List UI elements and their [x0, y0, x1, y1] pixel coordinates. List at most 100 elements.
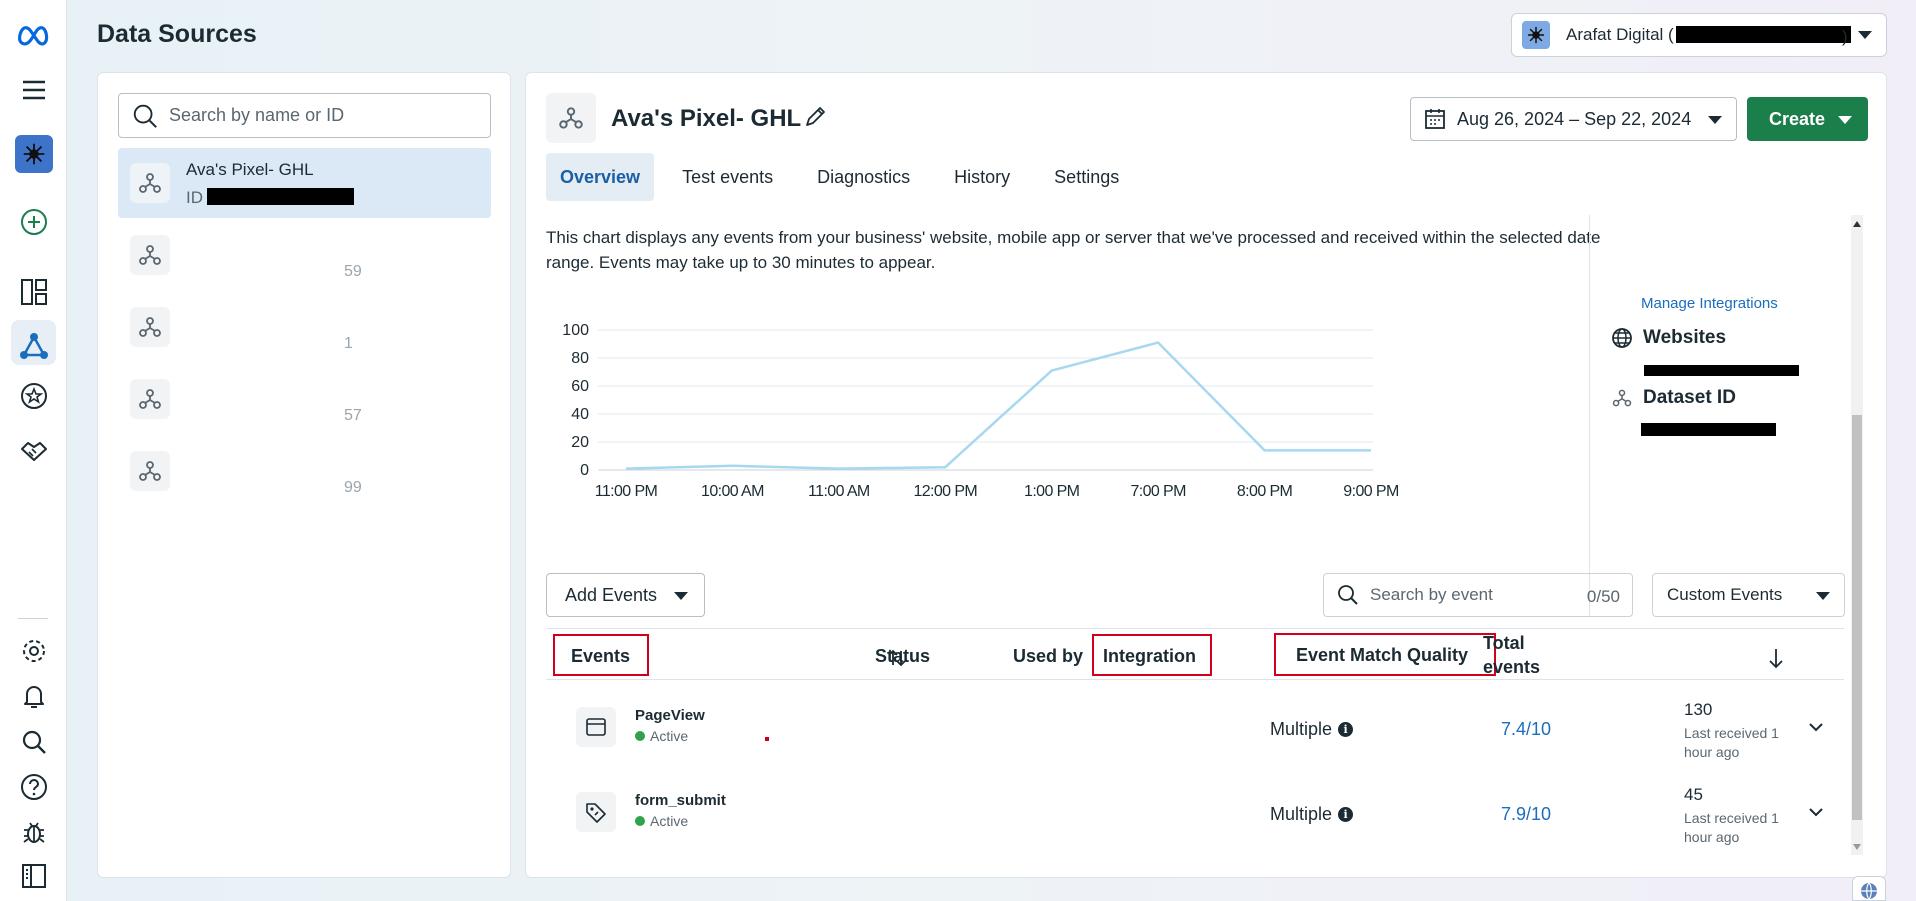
chevron-down-icon	[1838, 116, 1852, 124]
account-avatar[interactable]	[0, 130, 67, 178]
data-source-item[interactable]: 99	[118, 436, 491, 506]
star-icon[interactable]	[0, 372, 67, 420]
event-search[interactable]: 0/50	[1323, 573, 1633, 617]
data-sources-list-panel: Ava's Pixel- GHL ID 59 1 57 99	[97, 72, 511, 878]
tab-diagnostics[interactable]: Diagnostics	[803, 153, 924, 201]
browser-window-icon	[576, 707, 616, 747]
date-range-picker[interactable]: Aug 26, 2024 – Sep 22, 2024	[1410, 97, 1737, 141]
annotation-dot	[765, 737, 769, 741]
pixel-icon	[130, 307, 170, 347]
col-header-status[interactable]: Status	[875, 646, 930, 667]
event-match-quality-score[interactable]: 7.4/10	[1501, 719, 1551, 740]
date-range-label: Aug 26, 2024 – Sep 22, 2024	[1457, 108, 1692, 129]
data-source-item[interactable]: Ava's Pixel- GHL ID	[118, 148, 491, 218]
partner-handshake-icon[interactable]	[0, 426, 67, 474]
redacted-id	[207, 188, 354, 205]
help-icon[interactable]	[0, 763, 67, 811]
pixel-icon	[546, 93, 596, 143]
y-tick-label: 80	[571, 350, 589, 367]
col-header-total-events[interactable]: Total events	[1483, 633, 1540, 678]
event-status: Active	[635, 728, 688, 744]
tab-history[interactable]: History	[940, 153, 1024, 201]
y-tick-label: 60	[571, 378, 589, 395]
scrollbar-thumb[interactable]	[1852, 415, 1862, 820]
x-tick-label: 11:00 PM	[595, 483, 658, 500]
y-tick-label: 40	[571, 406, 589, 423]
data-source-search[interactable]	[118, 93, 491, 138]
dataset-id-row: Dataset ID	[1611, 387, 1736, 409]
meta-logo-icon[interactable]	[0, 10, 67, 58]
pixel-detail-panel: Ava's Pixel- GHL Aug 26, 2024 – Sep 22, …	[525, 72, 1887, 878]
chart-divider	[1589, 215, 1590, 617]
data-source-item[interactable]: 57	[118, 364, 491, 434]
event-count: 0/50	[1586, 587, 1620, 606]
add-events-button[interactable]: Add Events	[546, 573, 705, 617]
pixel-icon	[130, 379, 170, 419]
create-button[interactable]: Create	[1747, 97, 1868, 141]
scroll-down-arrow[interactable]	[1853, 844, 1861, 850]
scroll-up-arrow[interactable]	[1853, 221, 1861, 227]
x-tick-label: 10:00 AM	[701, 483, 764, 500]
event-last-received: Last received 1 hour ago	[1684, 725, 1779, 760]
notifications-bell-icon[interactable]	[0, 672, 67, 720]
dataset-id-label: Dataset ID	[1643, 387, 1736, 408]
pixel-icon	[130, 235, 170, 275]
language-globe-button[interactable]	[1852, 876, 1886, 901]
event-filter-dropdown[interactable]: Custom Events	[1652, 573, 1845, 617]
table-row[interactable]: form_submit Active Multiple i 7.9/10 45 L…	[546, 772, 1844, 856]
search-input[interactable]	[169, 105, 479, 126]
table-top-border	[546, 628, 1844, 629]
sort-descending-icon[interactable]	[1766, 646, 1786, 670]
col-header-events[interactable]: Events	[571, 646, 630, 667]
tab-overview[interactable]: Overview	[546, 153, 655, 201]
sidebar-toggle-icon[interactable]	[0, 852, 67, 900]
tab-settings[interactable]: Settings	[1040, 153, 1133, 201]
data-source-item[interactable]: 1	[118, 292, 491, 362]
x-tick-label: 11:00 AM	[808, 483, 870, 500]
bug-report-icon[interactable]	[0, 808, 67, 856]
page-title: Data Sources	[97, 20, 257, 48]
websites-row: Websites	[1611, 327, 1726, 349]
scrollbar[interactable]	[1851, 215, 1863, 855]
data-source-id: ID	[186, 188, 354, 208]
add-circle-icon[interactable]	[0, 198, 67, 246]
data-source-item[interactable]: 59	[118, 220, 491, 290]
col-header-event-match-quality[interactable]: Event Match Quality	[1296, 645, 1468, 666]
websites-label: Websites	[1643, 327, 1727, 348]
left-nav-rail	[0, 0, 67, 901]
search-icon	[1338, 585, 1358, 605]
data-source-name: Ava's Pixel- GHL	[186, 160, 314, 179]
tab-test-events[interactable]: Test events	[668, 153, 787, 201]
dashboard-icon[interactable]	[0, 268, 67, 316]
expand-chevron-icon[interactable]	[1806, 717, 1826, 737]
col-header-integration[interactable]: Integration	[1103, 646, 1196, 667]
account-name-suffix: )	[1842, 27, 1848, 46]
y-tick-label: 100	[562, 322, 589, 339]
x-tick-label: 7:00 PM	[1130, 483, 1186, 500]
edit-pencil-icon[interactable]	[801, 103, 829, 131]
event-total: 45	[1684, 785, 1703, 804]
chevron-down-icon	[674, 592, 688, 600]
info-icon[interactable]: i	[1338, 807, 1354, 822]
x-tick-label: 12:00 PM	[913, 483, 977, 500]
event-match-quality-score[interactable]: 7.9/10	[1501, 804, 1551, 825]
expand-chevron-icon[interactable]	[1806, 802, 1826, 822]
table-row[interactable]: PageView Active Multiple i 7.4/10 130 Las…	[546, 687, 1844, 771]
event-status: Active	[635, 813, 688, 829]
settings-gear-icon[interactable]	[0, 627, 67, 675]
event-search-input[interactable]	[1370, 585, 1570, 605]
x-tick-label: 8:00 PM	[1237, 483, 1293, 500]
x-tick-label: 9:00 PM	[1343, 483, 1399, 500]
info-icon[interactable]: i	[1338, 722, 1354, 737]
rail-divider	[18, 618, 48, 619]
account-picker[interactable]: Arafat Digital ( )	[1511, 13, 1887, 57]
search-icon[interactable]	[0, 718, 67, 766]
data-source-id-fragment: 57	[344, 407, 362, 424]
event-integration: Multiple i	[1270, 719, 1354, 740]
manage-integrations-link[interactable]: Manage Integrations	[1641, 295, 1778, 312]
data-sources-icon[interactable]	[0, 322, 67, 370]
col-header-used-by[interactable]: Used by	[1013, 646, 1083, 667]
data-source-id-fragment: 59	[344, 263, 362, 280]
menu-icon[interactable]	[0, 66, 67, 114]
pixel-icon	[1612, 389, 1632, 407]
